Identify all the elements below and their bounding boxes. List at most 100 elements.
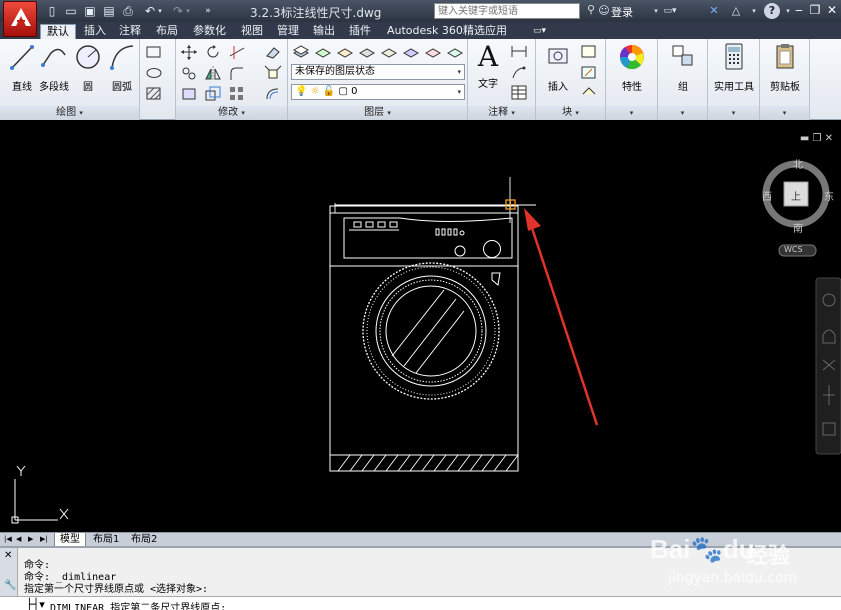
trim-icon[interactable] [228, 44, 246, 61]
restore-icon[interactable]: ❐ [806, 2, 824, 19]
prev-layout-icon[interactable]: ◀ [14, 533, 23, 547]
tab-annotate[interactable]: 注释 [113, 24, 147, 39]
rotate-icon[interactable] [204, 44, 222, 61]
drawing-canvas[interactable]: ▬ ❐ ✕ 北 南 东 西 上 WCS [4, 125, 841, 532]
circle-button[interactable]: 圆 [70, 41, 106, 103]
panel-expand-icon: ▾ [79, 109, 83, 117]
login-link[interactable]: 登录 [611, 4, 633, 20]
layer-state-icon[interactable] [314, 43, 332, 60]
ribbon-minimize-icon[interactable]: ▭▾ [527, 24, 552, 39]
print-icon[interactable]: ⎙ [120, 3, 136, 19]
last-layout-icon[interactable]: ▶| [38, 533, 50, 547]
application-menu-button[interactable] [3, 1, 37, 37]
autodesk-icon[interactable]: △ [728, 3, 744, 19]
panel-label-layers[interactable]: 图层 ▾ [288, 106, 467, 120]
close-icon[interactable]: ✕ [823, 2, 841, 19]
tab-autodesk-360[interactable]: Autodesk 360 [381, 24, 469, 39]
save-as-icon[interactable]: ▤ [101, 3, 117, 19]
ribbon-tab-bar: 默认 插入 注释 布局 参数化 视图 管理 输出 插件 Autodesk 360… [0, 22, 841, 39]
wcs-button[interactable]: WCS [784, 245, 803, 254]
block-attribute-icon[interactable] [580, 84, 598, 101]
tab-plugins[interactable]: 插件 [343, 24, 377, 39]
rectangle-icon[interactable] [145, 44, 163, 61]
tab-layout[interactable]: 布局 [150, 24, 184, 39]
panel-label-clipboard[interactable]: ▾ [760, 106, 809, 120]
close-command-icon[interactable]: ✕ [4, 550, 12, 561]
mirror-icon[interactable] [204, 65, 222, 82]
viewcube-top-face[interactable]: 上 [791, 188, 801, 203]
create-block-icon[interactable] [580, 43, 598, 60]
layer-properties-icon[interactable] [292, 43, 310, 60]
text-button[interactable]: A 文字 [470, 41, 506, 103]
hatch-icon[interactable] [145, 85, 163, 102]
copy-icon[interactable] [180, 65, 198, 82]
next-layout-icon[interactable]: ▶ [26, 533, 35, 547]
leader-icon[interactable] [510, 64, 528, 81]
save-icon[interactable]: ▣ [82, 3, 98, 19]
layer-iso-icon[interactable] [336, 43, 354, 60]
table-icon[interactable] [510, 84, 528, 101]
open-folder-icon[interactable]: ▭ [63, 3, 79, 19]
move-icon[interactable] [180, 44, 198, 61]
insert-block-button[interactable]: 插入 [538, 41, 578, 103]
array-icon[interactable] [228, 85, 246, 102]
tab-insert[interactable]: 插入 [78, 24, 112, 39]
undo-dropdown-icon[interactable]: ▾ [156, 3, 164, 19]
tab-parametric[interactable]: 参数化 [187, 24, 232, 39]
erase-icon[interactable] [264, 44, 282, 61]
tab-manage[interactable]: 管理 [271, 24, 305, 39]
layer-lock-icon[interactable] [402, 43, 420, 60]
layer-off-icon[interactable] [380, 43, 398, 60]
arc-button[interactable]: 圆弧 [104, 41, 140, 103]
current-layer-select[interactable]: 💡 ☼ 🔓 ▢ 0 ▾ [291, 84, 465, 100]
first-layout-icon[interactable]: |◀ [2, 533, 14, 547]
layer-state-select[interactable]: 未保存的图层状态 ▾ [291, 64, 465, 80]
ellipse-icon[interactable] [145, 65, 163, 82]
fillet-icon[interactable] [228, 65, 246, 82]
edit-block-icon[interactable] [580, 64, 598, 81]
panel-label-utilities[interactable]: ▾ [708, 106, 759, 120]
panel-label-group[interactable]: ▾ [658, 106, 707, 120]
explode-icon[interactable] [264, 65, 282, 82]
tab-layout2[interactable]: 布局2 [126, 533, 162, 547]
command-window-handle[interactable]: ✕ 🔧 [0, 548, 18, 596]
clipboard-button[interactable]: 剪贴板 [763, 41, 807, 103]
dimension-tool-icon: ├┤▾ [26, 598, 45, 610]
tab-output[interactable]: 输出 [307, 24, 341, 39]
account-menu-icon[interactable]: ▭▾ [660, 3, 680, 19]
panel-label-draw[interactable]: 绘图 ▾ [0, 106, 139, 120]
viewcube[interactable] [762, 160, 830, 257]
layer-previous-icon[interactable] [446, 43, 464, 60]
exchange-dropdown-icon[interactable]: ▾ [746, 3, 762, 19]
group-button[interactable]: 组 [663, 41, 703, 103]
tab-default[interactable]: 默认 [40, 24, 76, 39]
panel-label-modify[interactable]: 修改 ▾ [176, 106, 287, 120]
redo-dropdown-icon[interactable]: ▾ [184, 3, 192, 19]
tab-model[interactable]: 模型 [54, 533, 86, 547]
scale-icon[interactable] [204, 85, 222, 102]
tab-featured-apps[interactable]: 精选应用 [457, 24, 513, 39]
search-input[interactable] [434, 3, 580, 19]
offset-icon[interactable] [264, 85, 282, 102]
help-icon[interactable]: ? [764, 3, 780, 19]
panel-label-properties[interactable]: ▾ [606, 106, 657, 120]
exchange-icon[interactable]: ✕ [706, 3, 722, 19]
tab-layout1[interactable]: 布局1 [88, 533, 124, 547]
layer-match-icon[interactable] [424, 43, 442, 60]
panel-label-block[interactable]: 块 ▾ [536, 106, 605, 120]
stretch-icon[interactable] [180, 85, 198, 102]
wrench-icon[interactable]: 🔧 [4, 580, 16, 591]
layer-freeze-icon[interactable] [358, 43, 376, 60]
navigation-bar[interactable] [815, 277, 841, 455]
tab-view[interactable]: 视图 [235, 24, 269, 39]
new-file-icon[interactable]: ▯ [44, 3, 60, 19]
user-icon[interactable]: ☺ [596, 3, 612, 19]
panel-label-annotation[interactable]: 注释 ▾ [468, 106, 535, 120]
polyline-button[interactable]: 多段线 [36, 41, 72, 103]
panel-draw: 直线 多段线 圆 圆弧 绘图 ▾ [0, 39, 140, 120]
linear-dimension-icon[interactable] [510, 43, 528, 60]
utilities-button[interactable]: 实用工具 [710, 41, 758, 103]
properties-button[interactable]: 特性 [612, 41, 652, 103]
more-commands-icon[interactable]: » [200, 3, 216, 19]
washing-machine-drawing[interactable] [329, 205, 519, 472]
